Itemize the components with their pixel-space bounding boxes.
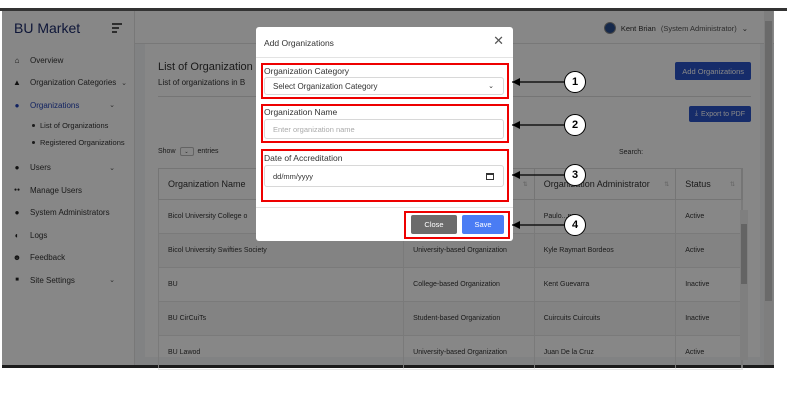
divider — [256, 57, 513, 58]
modal-title: Add Organizations — [264, 38, 334, 48]
category-label: Organization Category — [264, 66, 350, 76]
callout-2: 2 — [564, 114, 586, 136]
divider — [256, 207, 513, 208]
organization-name-input[interactable]: Enter organization name — [264, 119, 504, 139]
name-label: Organization Name — [264, 107, 338, 117]
save-button[interactable]: Save — [462, 215, 504, 234]
callout-1: 1 — [564, 71, 586, 93]
callout-3: 3 — [564, 164, 586, 186]
callout-4: 4 — [564, 214, 586, 236]
accreditation-date-input[interactable]: dd/mm/yyyy — [264, 165, 504, 187]
date-label: Date of Accreditation — [264, 153, 343, 163]
screenshot-frame: BU Market ⌂ Overview ▲ Organization Cate… — [0, 0, 787, 403]
close-button[interactable]: Close — [411, 215, 457, 234]
chevron-down-icon: ⌄ — [488, 83, 494, 90]
date-value: dd/mm/yyyy — [273, 171, 314, 181]
calendar-icon[interactable] — [486, 172, 494, 180]
organization-category-select[interactable]: Select Organization Category ⌄ — [264, 77, 504, 95]
add-organizations-modal: Add Organizations ✕ Organization Categor… — [256, 27, 513, 241]
close-icon[interactable]: ✕ — [493, 34, 504, 47]
select-value: Select Organization Category — [273, 81, 378, 91]
